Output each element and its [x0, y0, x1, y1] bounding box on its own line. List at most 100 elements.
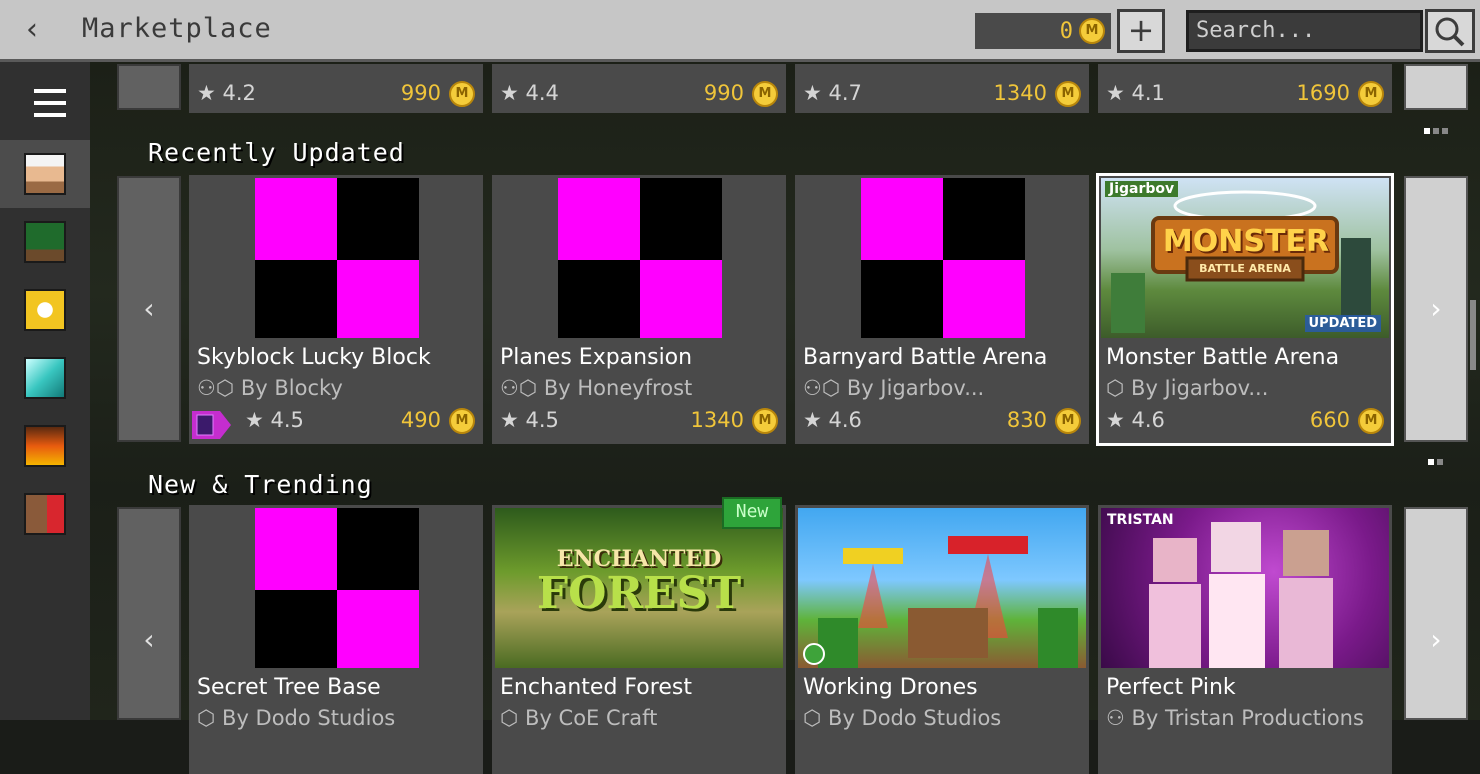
minecoin-icon: M: [1055, 408, 1081, 434]
art-title: MONSTER: [1162, 224, 1330, 259]
missing-texture-thumbnail: [495, 178, 783, 338]
minecoin-icon: M: [449, 81, 475, 107]
missing-texture-thumbnail: [192, 508, 480, 668]
product-card[interactable]: ★ 4.7 1340 M: [795, 64, 1089, 113]
section-title-recently-updated: Recently Updated: [148, 138, 405, 167]
product-card[interactable]: ★ 4.4 990 M: [492, 64, 786, 113]
price: 1340: [993, 81, 1047, 105]
product-card[interactable]: Skyblock Lucky Block ⚇⬡ By Blocky ★ 4.5 …: [189, 175, 483, 444]
star-icon: ★: [500, 408, 519, 432]
next-arrow[interactable]: ›: [1404, 507, 1468, 720]
prev-arrow[interactable]: ‹: [117, 507, 181, 720]
top-bar: ‹ Marketplace 0 M + Search...: [0, 0, 1480, 62]
mashup-icon: ⚇⬡: [803, 376, 841, 400]
minecoin-icon: M: [1079, 18, 1105, 44]
product-thumbnail: TRISTAN: [1101, 508, 1389, 668]
next-arrow[interactable]: [1404, 64, 1468, 110]
star-icon: ★: [1106, 408, 1125, 432]
perfect-pink-art: [1149, 522, 1333, 668]
back-button[interactable]: ‹: [14, 12, 50, 48]
rating: ★ 4.2: [197, 81, 256, 105]
art-subtitle: FOREST: [536, 568, 742, 619]
product-card[interactable]: ENCHANTED FOREST Enchanted Forest ⬡ By C…: [492, 505, 786, 774]
product-card[interactable]: ★ 4.2 990 M: [189, 64, 483, 113]
rating: ★ 4.6: [1106, 408, 1165, 432]
add-coins-button[interactable]: +: [1117, 9, 1165, 53]
brand-logo: TRISTAN: [1107, 512, 1174, 528]
price: 1340: [690, 408, 744, 432]
sidebar-item-mashups[interactable]: [0, 276, 90, 344]
sidebar: [0, 62, 90, 720]
search-input[interactable]: Search...: [1186, 10, 1423, 52]
world-icon: ⬡: [1106, 376, 1125, 400]
player-icon: ⚇: [1106, 706, 1125, 730]
coin-balance: 0 M: [975, 13, 1111, 49]
sidebar-item-survival[interactable]: [0, 208, 90, 276]
trial-icon: [192, 411, 231, 439]
chevron-right-icon: ›: [1430, 292, 1442, 325]
sidebar-item-villager[interactable]: [0, 480, 90, 548]
sidebar-item-character-creator[interactable]: [0, 140, 90, 208]
card-title: Monster Battle Arena: [1106, 345, 1340, 370]
fire-icon: [24, 425, 66, 467]
chevron-left-icon: ‹: [143, 292, 155, 325]
updated-badge: UPDATED: [1304, 315, 1381, 332]
card-title: Barnyard Battle Arena: [803, 345, 1048, 370]
menu-icon: [34, 113, 66, 117]
prev-arrow[interactable]: ‹: [117, 176, 181, 442]
back-arrow-icon: ‹: [26, 12, 38, 47]
next-arrow[interactable]: ›: [1404, 176, 1468, 442]
missing-texture-thumbnail: [192, 178, 480, 338]
art-subtitle: BATTLE ARENA: [1199, 262, 1291, 275]
page-indicator: [1428, 450, 1446, 465]
minecoin-icon: M: [1358, 408, 1384, 434]
card-title: Planes Expansion: [500, 345, 693, 370]
world-icon: ⬡: [500, 706, 519, 730]
star-icon: ★: [1106, 81, 1125, 105]
drones-art: [803, 536, 1078, 668]
card-author: ⬡ By Dodo Studios: [197, 706, 396, 730]
sidebar-item-fire[interactable]: [0, 412, 90, 480]
menu-icon: [34, 101, 66, 105]
skin-head-icon: [24, 153, 66, 195]
world-icon: ⬡: [803, 706, 822, 730]
rating: ★ 4.5: [245, 408, 304, 432]
minecoin-icon: M: [1358, 81, 1384, 107]
minecoin-icon: M: [752, 408, 778, 434]
card-author: ⬡ By Jigarbov...: [1106, 376, 1269, 400]
mashup-icon: ⚇⬡: [500, 376, 538, 400]
chevron-left-icon: ‹: [143, 623, 155, 656]
search-button[interactable]: [1425, 9, 1475, 53]
card-author: ⬡ By CoE Craft: [500, 706, 658, 730]
brand-logo: Jigarbov: [1105, 181, 1179, 197]
product-card[interactable]: TRISTAN Perfect Pink ⚇ By Tristan Produc…: [1098, 505, 1392, 774]
product-card-selected[interactable]: Jigarbov MONSTER BATTLE ARENA UPDATED Mo…: [1096, 173, 1394, 446]
card-author: ⚇⬡ By Blocky: [197, 376, 343, 400]
product-card[interactable]: Working Drones ⬡ By Dodo Studios: [795, 505, 1089, 774]
star-icon: ★: [803, 81, 822, 105]
card-title: Secret Tree Base: [197, 675, 381, 700]
card-title: Working Drones: [803, 675, 978, 700]
product-card[interactable]: Secret Tree Base ⬡ By Dodo Studios: [189, 505, 483, 774]
product-thumbnail: [798, 508, 1086, 668]
price: 990: [703, 81, 744, 105]
search-icon: [1435, 17, 1465, 47]
product-card[interactable]: ★ 4.1 1690 M: [1098, 64, 1392, 113]
product-card[interactable]: Planes Expansion ⚇⬡ By Honeyfrost ★ 4.5 …: [492, 175, 786, 444]
rating: ★ 4.6: [803, 408, 862, 432]
menu-icon: [34, 89, 66, 93]
price: 1690: [1296, 81, 1350, 105]
villager-heart-icon: [24, 493, 66, 535]
minecoin-icon: M: [449, 408, 475, 434]
price: 660: [1309, 408, 1350, 432]
new-badge: New: [722, 497, 782, 529]
scrollbar[interactable]: [1470, 300, 1476, 370]
face-icon: [24, 289, 66, 331]
price: 490: [400, 408, 441, 432]
card-title: Enchanted Forest: [500, 675, 692, 700]
sidebar-item-diamond[interactable]: [0, 344, 90, 412]
product-card[interactable]: Barnyard Battle Arena ⚇⬡ By Jigarbov... …: [795, 175, 1089, 444]
prev-arrow[interactable]: [117, 64, 181, 110]
product-thumbnail: Jigarbov MONSTER BATTLE ARENA UPDATED: [1101, 178, 1389, 338]
menu-button[interactable]: [0, 66, 90, 134]
